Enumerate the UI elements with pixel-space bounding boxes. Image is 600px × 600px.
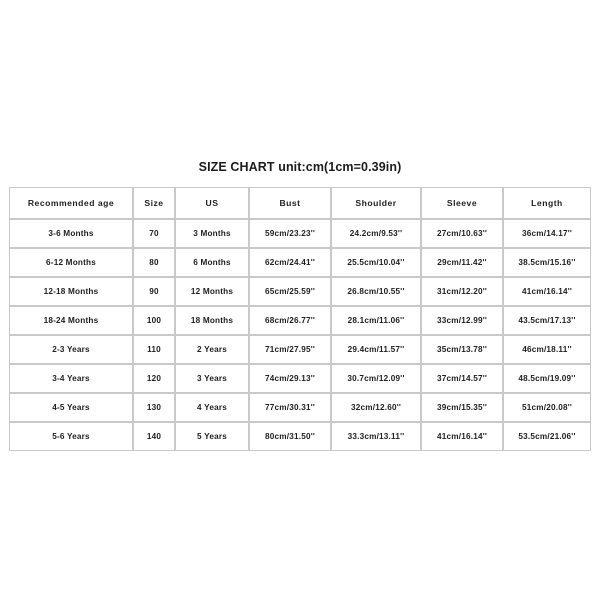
cell-us: 4 Years xyxy=(175,393,249,422)
cell-size: 110 xyxy=(133,335,175,364)
column-header-recommended-age: Recommended age xyxy=(9,187,133,219)
cell-length: 46cm/18.11'' xyxy=(503,335,591,364)
cell-sleeve: 29cm/11.42'' xyxy=(421,248,503,277)
column-header-size: Size xyxy=(133,187,175,219)
cell-size: 120 xyxy=(133,364,175,393)
cell-us: 3 Months xyxy=(175,219,249,248)
table-row: 12-18 Months 90 12 Months 65cm/25.59'' 2… xyxy=(9,277,591,306)
cell-us: 5 Years xyxy=(175,422,249,451)
cell-sleeve: 37cm/14.57'' xyxy=(421,364,503,393)
cell-bust: 77cm/30.31'' xyxy=(249,393,331,422)
table-row: 18-24 Months 100 18 Months 68cm/26.77'' … xyxy=(9,306,591,335)
cell-shoulder: 30.7cm/12.09'' xyxy=(331,364,421,393)
table-row: 6-12 Months 80 6 Months 62cm/24.41'' 25.… xyxy=(9,248,591,277)
table-row: 3-4 Years 120 3 Years 74cm/29.13'' 30.7c… xyxy=(9,364,591,393)
page-title: SIZE CHART unit:cm(1cm=0.39in) xyxy=(198,160,402,174)
size-chart-container: Recommended age Size US Bust Shoulder Sl… xyxy=(9,187,591,451)
table-row: 2-3 Years 110 2 Years 71cm/27.95'' 29.4c… xyxy=(9,335,591,364)
table-header-row: Recommended age Size US Bust Shoulder Sl… xyxy=(9,187,591,219)
cell-us: 6 Months xyxy=(175,248,249,277)
column-header-shoulder: Shoulder xyxy=(331,187,421,219)
cell-sleeve: 41cm/16.14'' xyxy=(421,422,503,451)
table-header: Recommended age Size US Bust Shoulder Sl… xyxy=(9,187,591,219)
cell-length: 36cm/14.17'' xyxy=(503,219,591,248)
cell-size: 100 xyxy=(133,306,175,335)
cell-size: 130 xyxy=(133,393,175,422)
cell-shoulder: 24.2cm/9.53'' xyxy=(331,219,421,248)
cell-length: 41cm/16.14'' xyxy=(503,277,591,306)
cell-sleeve: 33cm/12.99'' xyxy=(421,306,503,335)
cell-length: 38.5cm/15.16'' xyxy=(503,248,591,277)
cell-bust: 62cm/24.41'' xyxy=(249,248,331,277)
cell-shoulder: 32cm/12.60'' xyxy=(331,393,421,422)
cell-shoulder: 25.5cm/10.04'' xyxy=(331,248,421,277)
cell-length: 53.5cm/21.06'' xyxy=(503,422,591,451)
cell-size: 80 xyxy=(133,248,175,277)
cell-size: 70 xyxy=(133,219,175,248)
cell-recommended-age: 12-18 Months xyxy=(9,277,133,306)
cell-size: 140 xyxy=(133,422,175,451)
cell-recommended-age: 3-6 Months xyxy=(9,219,133,248)
cell-recommended-age: 5-6 Years xyxy=(9,422,133,451)
cell-us: 3 Years xyxy=(175,364,249,393)
column-header-bust: Bust xyxy=(249,187,331,219)
cell-recommended-age: 18-24 Months xyxy=(9,306,133,335)
cell-bust: 59cm/23.23'' xyxy=(249,219,331,248)
cell-sleeve: 27cm/10.63'' xyxy=(421,219,503,248)
cell-sleeve: 35cm/13.78'' xyxy=(421,335,503,364)
size-chart-page: SIZE CHART unit:cm(1cm=0.39in) Recommend… xyxy=(0,0,600,600)
table-row: 5-6 Years 140 5 Years 80cm/31.50'' 33.3c… xyxy=(9,422,591,451)
cell-us: 18 Months xyxy=(175,306,249,335)
table-body: 3-6 Months 70 3 Months 59cm/23.23'' 24.2… xyxy=(9,219,591,451)
column-header-us: US xyxy=(175,187,249,219)
cell-bust: 65cm/25.59'' xyxy=(249,277,331,306)
column-header-sleeve: Sleeve xyxy=(421,187,503,219)
column-header-length: Length xyxy=(503,187,591,219)
cell-shoulder: 28.1cm/11.06'' xyxy=(331,306,421,335)
size-chart-table: Recommended age Size US Bust Shoulder Sl… xyxy=(9,187,591,451)
table-row: 3-6 Months 70 3 Months 59cm/23.23'' 24.2… xyxy=(9,219,591,248)
cell-recommended-age: 6-12 Months xyxy=(9,248,133,277)
cell-us: 2 Years xyxy=(175,335,249,364)
cell-length: 51cm/20.08'' xyxy=(503,393,591,422)
cell-recommended-age: 3-4 Years xyxy=(9,364,133,393)
cell-bust: 80cm/31.50'' xyxy=(249,422,331,451)
cell-length: 43.5cm/17.13'' xyxy=(503,306,591,335)
cell-recommended-age: 4-5 Years xyxy=(9,393,133,422)
cell-shoulder: 26.8cm/10.55'' xyxy=(331,277,421,306)
cell-bust: 71cm/27.95'' xyxy=(249,335,331,364)
cell-shoulder: 33.3cm/13.11'' xyxy=(331,422,421,451)
cell-us: 12 Months xyxy=(175,277,249,306)
cell-bust: 68cm/26.77'' xyxy=(249,306,331,335)
cell-recommended-age: 2-3 Years xyxy=(9,335,133,364)
cell-bust: 74cm/29.13'' xyxy=(249,364,331,393)
cell-sleeve: 39cm/15.35'' xyxy=(421,393,503,422)
cell-length: 48.5cm/19.09'' xyxy=(503,364,591,393)
cell-shoulder: 29.4cm/11.57'' xyxy=(331,335,421,364)
table-row: 4-5 Years 130 4 Years 77cm/30.31'' 32cm/… xyxy=(9,393,591,422)
cell-size: 90 xyxy=(133,277,175,306)
cell-sleeve: 31cm/12.20'' xyxy=(421,277,503,306)
